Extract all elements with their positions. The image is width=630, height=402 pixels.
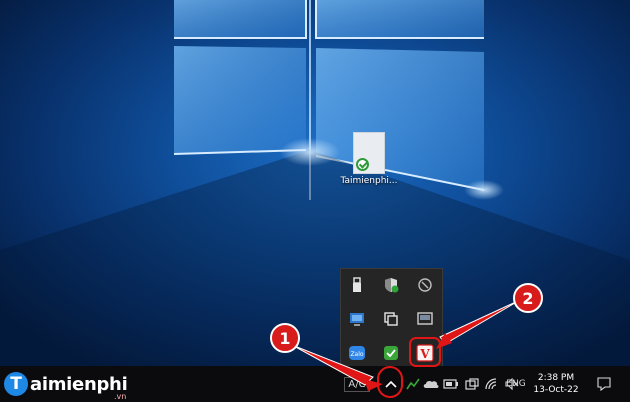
annotation-arrows (291, 299, 521, 391)
step-badge-1: 1 (270, 323, 300, 353)
app-icon-highlight-ring (409, 337, 441, 367)
chevron-highlight-ring (377, 366, 403, 398)
step-badge-2: 2 (513, 283, 543, 313)
